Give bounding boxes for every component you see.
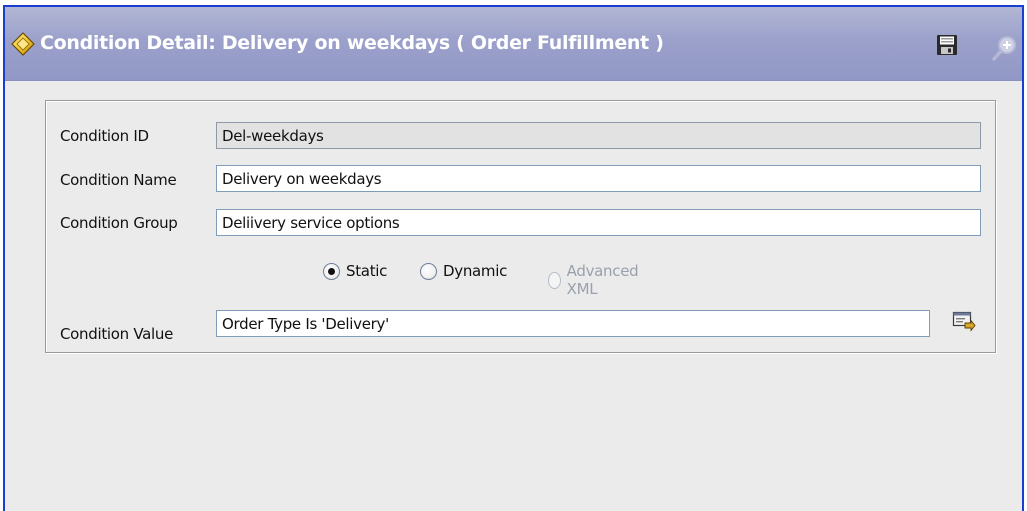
advanced-xml-radio-label: Advanced XML [566, 262, 639, 298]
advanced-xml-radio: Advanced XML [548, 262, 643, 298]
static-radio[interactable]: Static [323, 262, 387, 280]
dynamic-radio[interactable]: Dynamic [420, 262, 507, 280]
condition-group-field[interactable]: Deliivery service options [216, 209, 981, 236]
condition-group-label: Condition Group [60, 214, 178, 232]
save-icon[interactable] [936, 34, 958, 56]
dynamic-radio-label: Dynamic [443, 262, 508, 280]
static-radio-label: Static [346, 262, 388, 280]
condition-id-label: Condition ID [60, 127, 149, 145]
condition-builder-icon[interactable] [952, 310, 976, 332]
diamond-condition-icon [11, 32, 35, 56]
condition-id-field: Del-weekdays [216, 122, 981, 149]
condition-value-label: Condition Value [60, 325, 174, 343]
radio-indicator [548, 271, 561, 289]
zoom-lookup-icon[interactable] [990, 33, 1020, 63]
radio-indicator [420, 262, 437, 280]
condition-value-field[interactable]: Order Type Is 'Delivery' [216, 310, 930, 337]
page-title: Condition Detail: Delivery on weekdays (… [40, 32, 664, 54]
condition-detail-window: Condition Detail: Delivery on weekdays (… [3, 5, 1024, 511]
condition-name-label: Condition Name [60, 171, 177, 189]
condition-name-field[interactable]: Delivery on weekdays [216, 165, 981, 192]
radio-selected-indicator [323, 262, 340, 280]
title-bar: Condition Detail: Delivery on weekdays (… [5, 7, 1022, 81]
condition-details-panel: Condition ID Del-weekdays Condition Name… [45, 100, 996, 353]
